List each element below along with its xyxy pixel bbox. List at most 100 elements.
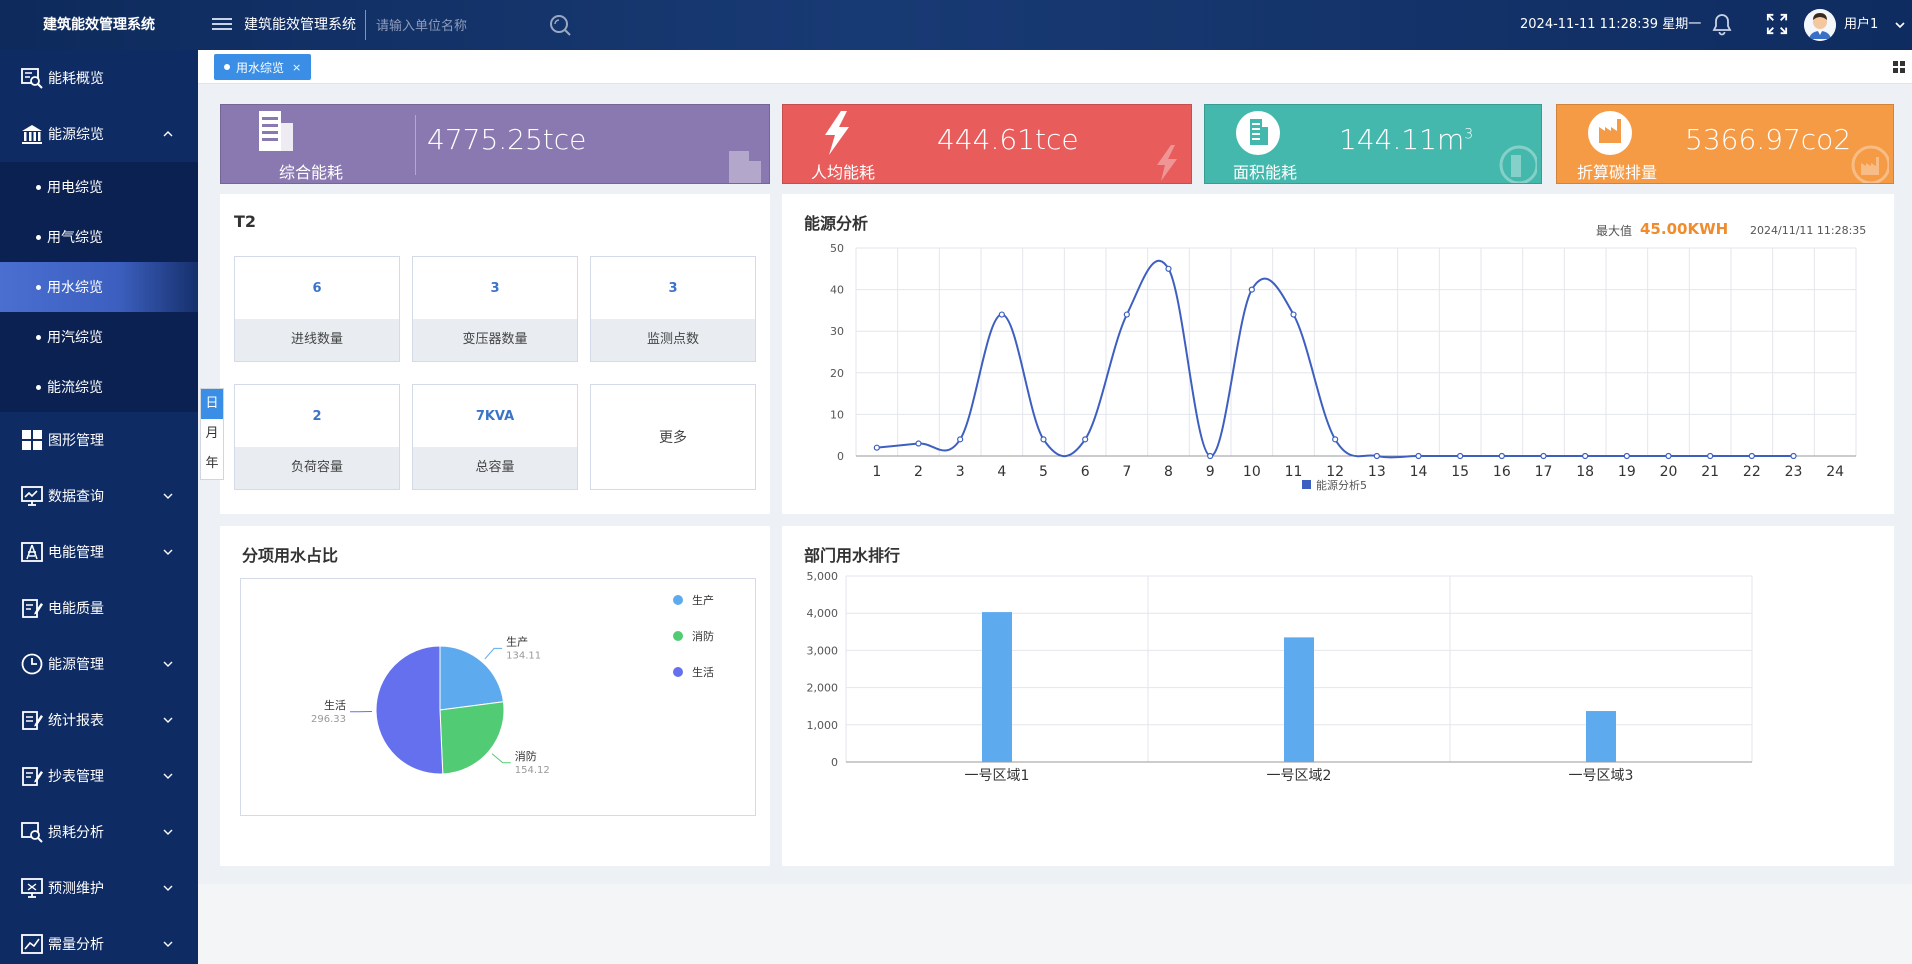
y-tick-label: 40 xyxy=(830,284,844,297)
header-divider xyxy=(365,10,366,40)
legend-label: 生产 xyxy=(692,593,714,607)
sidebar-subitem-label: 用汽综览 xyxy=(47,330,103,346)
chevron-down-icon xyxy=(163,717,173,723)
sidebar-item-statistics-report[interactable]: 统计报表 xyxy=(0,692,198,748)
sidebar-item-graphics[interactable]: 图形管理 xyxy=(0,412,198,468)
data-point xyxy=(1707,452,1714,460)
stat-transformers[interactable]: 3 变压器数量 xyxy=(412,256,578,362)
datetime-display: 2024-11-11 11:28:39 星期一 xyxy=(1520,17,1702,32)
data-point xyxy=(1165,265,1172,272)
tab-label: 用水综览 xyxy=(236,60,285,75)
sidebar-item-meter-reading[interactable]: 抄表管理 xyxy=(0,748,198,804)
sidebar-item-power-quality[interactable]: 电能质量 xyxy=(0,580,198,636)
sidebar-subitem-water[interactable]: 用水综览 xyxy=(0,262,198,312)
tab-water-overview[interactable]: 用水综览 × xyxy=(214,54,312,80)
more-button[interactable]: 更多 xyxy=(590,384,756,490)
avatar[interactable] xyxy=(1804,9,1836,41)
x-tick-label: 21 xyxy=(1701,464,1719,480)
sidebar-item-predictive-maintenance[interactable]: 预测维护 xyxy=(0,860,198,916)
x-tick-label: 24 xyxy=(1826,464,1844,480)
sidebar-subitem-label: 用气综览 xyxy=(47,230,103,246)
y-tick-label: 4,000 xyxy=(807,607,839,620)
sidebar-subitem-electricity[interactable]: 用电综览 xyxy=(0,162,198,212)
kpi-value: 4775.25tce xyxy=(427,123,587,156)
chevron-down-icon xyxy=(163,493,173,499)
pie-chart: 生产134.11消防154.12生活296.33生产消防生活 xyxy=(311,593,714,776)
legend-label: 消防 xyxy=(692,629,714,643)
data-point xyxy=(915,440,922,447)
sidebar-item-label: 电能质量 xyxy=(48,601,104,617)
period-day[interactable]: 日 xyxy=(201,389,223,419)
sidebar-item-label: 电能管理 xyxy=(48,545,104,561)
x-tick-label: 一号区域1 xyxy=(965,768,1030,784)
username[interactable]: 用户1 xyxy=(1844,0,1878,50)
sidebar-subitem-gas[interactable]: 用气综览 xyxy=(0,212,198,262)
tab-close-icon[interactable]: × xyxy=(292,61,301,74)
legend-swatch xyxy=(673,631,683,641)
x-tick-label: 一号区域2 xyxy=(1267,768,1332,784)
period-selector: 日 月 年 xyxy=(200,388,224,480)
stat-label: 变压器数量 xyxy=(413,319,577,361)
sidebar-item-energy-overview-group[interactable]: 能源综览 xyxy=(0,106,198,162)
y-tick-label: 10 xyxy=(830,408,844,421)
sidebar-item-label: 能耗概览 xyxy=(48,71,104,87)
x-tick-label: 12 xyxy=(1326,464,1344,480)
bullet-dot xyxy=(36,184,41,190)
y-tick-label: 1,000 xyxy=(807,719,839,732)
kpi-area-energy: 面积能耗 144.11m3 xyxy=(1204,104,1542,184)
period-year[interactable]: 年 xyxy=(201,449,223,479)
kpi-value-number: 144.11m xyxy=(1339,123,1465,156)
bullet-dot xyxy=(36,234,41,240)
data-point xyxy=(1082,436,1089,443)
sidebar-subitem-steam[interactable]: 用汽综览 xyxy=(0,312,198,362)
sidebar-item-power-management[interactable]: 电能管理 xyxy=(0,524,198,580)
lightning-icon xyxy=(825,111,849,155)
sidebar-item-label: 统计报表 xyxy=(48,713,104,729)
grid-icon xyxy=(22,430,42,450)
top-bar: 建筑能效管理系统 建筑能效管理系统 2024-11-11 11:28:39 星期… xyxy=(0,0,1912,50)
pie-slice xyxy=(439,645,505,711)
building-circle-icon xyxy=(1236,111,1280,155)
stat-value: 6 xyxy=(312,281,322,296)
kpi-carbon: 折算碳排量 5366.97co2 xyxy=(1556,104,1894,184)
search-icon[interactable] xyxy=(548,13,572,37)
stat-load-capacity[interactable]: 2 负荷容量 xyxy=(234,384,400,490)
kpi-label: 面积能耗 xyxy=(1232,163,1297,182)
slice-value: 134.11 xyxy=(506,650,541,661)
x-tick-label: 9 xyxy=(1206,464,1215,480)
pie-slice xyxy=(439,701,505,775)
sidebar-item-demand-analysis[interactable]: 需量分析 xyxy=(0,916,198,964)
apps-grid-icon[interactable] xyxy=(1892,60,1906,74)
bar-chart: 0 1,000 2,000 3,000 4,000 5,000 一号区域1 一号区域2 一号区域… xyxy=(807,570,1753,784)
stat-monitor-points[interactable]: 3 监测点数 xyxy=(590,256,756,362)
sidebar-item-loss-analysis[interactable]: 损耗分析 xyxy=(0,804,198,860)
document-edit-icon xyxy=(22,599,43,618)
fullscreen-icon[interactable] xyxy=(1766,13,1788,35)
sidebar-subitem-energy-flow[interactable]: 能流综览 xyxy=(0,362,198,412)
sidebar-subitem-label: 用水综览 xyxy=(47,280,103,296)
chevron-down-icon[interactable] xyxy=(1894,19,1906,31)
sidebar-item-energy-overview[interactable]: 能耗概览 xyxy=(0,50,198,106)
bell-icon[interactable] xyxy=(1710,13,1734,37)
monitor-search-icon xyxy=(21,68,43,89)
y-tick-label: 0 xyxy=(837,450,844,463)
x-tick-label: 6 xyxy=(1081,464,1090,480)
stat-total-capacity[interactable]: 7KVA 总容量 xyxy=(412,384,578,490)
search-input[interactable] xyxy=(376,12,536,38)
period-month[interactable]: 月 xyxy=(201,419,223,449)
stat-incoming-lines[interactable]: 6 进线数量 xyxy=(234,256,400,362)
slice-label: 生活 xyxy=(324,698,346,712)
sidebar-item-energy-management[interactable]: 能源管理 xyxy=(0,636,198,692)
water-split-panel: 分项用水占比 生产 134.11 消防 154.12 生活 296.33 生产 消防 生活 xyxy=(220,526,770,866)
y-tick-label: 50 xyxy=(830,242,844,255)
menu-toggle-icon[interactable] xyxy=(212,15,232,35)
x-tick-label: 20 xyxy=(1660,464,1678,480)
slice-label: 生产 xyxy=(506,634,528,648)
y-tick-label: 5,000 xyxy=(807,570,839,583)
x-tick-label: 19 xyxy=(1618,464,1636,480)
kpi-value: 5366.97co2 xyxy=(1685,123,1852,156)
sidebar-subitem-label: 用电综览 xyxy=(47,180,103,196)
stat-value: 2 xyxy=(312,409,322,424)
x-tick-label: 7 xyxy=(1122,464,1131,480)
sidebar-item-data-query[interactable]: 数据查询 xyxy=(0,468,198,524)
